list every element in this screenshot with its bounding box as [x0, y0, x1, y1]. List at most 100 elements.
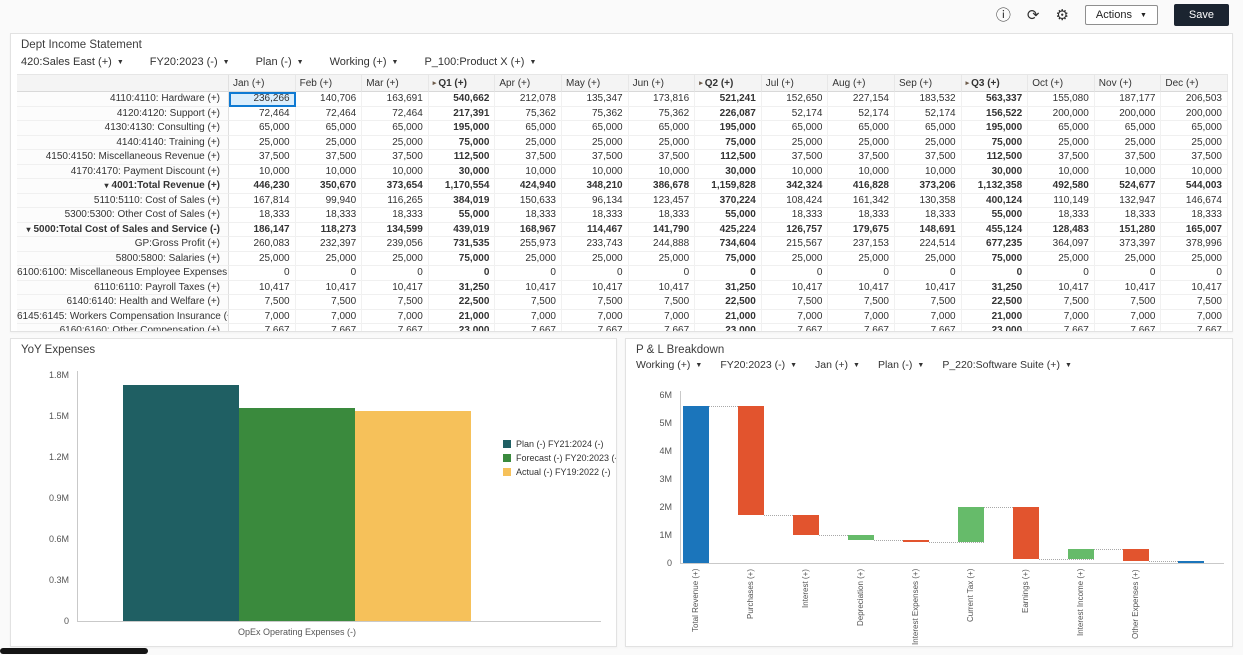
grid-cell[interactable]: 7,000: [495, 310, 562, 325]
grid-cell[interactable]: 7,500: [1161, 295, 1228, 310]
grid-cell[interactable]: 212,078: [495, 92, 562, 107]
grid-cell[interactable]: 183,532: [895, 92, 962, 107]
grid-cell[interactable]: 7,500: [562, 295, 629, 310]
column-header[interactable]: Oct (+): [1028, 75, 1095, 92]
grid-cell[interactable]: 350,670: [296, 179, 363, 194]
grid-cell[interactable]: 424,940: [495, 179, 562, 194]
grid-cell[interactable]: 7,500: [296, 295, 363, 310]
grid-cell[interactable]: 130,358: [895, 194, 962, 209]
grid-cell[interactable]: 23,000: [695, 324, 762, 331]
grid-cell[interactable]: 7,500: [762, 295, 829, 310]
grid-cell[interactable]: 224,514: [895, 237, 962, 252]
grid-cell[interactable]: 18,333: [296, 208, 363, 223]
grid-cell[interactable]: 186,147: [229, 223, 296, 238]
grid-cell[interactable]: 25,000: [629, 136, 696, 151]
grid-cell[interactable]: 0: [1095, 266, 1162, 281]
grid-cell[interactable]: 18,333: [895, 208, 962, 223]
grid-cell[interactable]: 10,417: [629, 281, 696, 296]
grid-cell[interactable]: 65,000: [229, 121, 296, 136]
grid-cell[interactable]: 30,000: [695, 165, 762, 180]
grid-cell[interactable]: 455,124: [962, 223, 1029, 238]
grid-cell[interactable]: 0: [695, 266, 762, 281]
grid-cell[interactable]: 75,000: [695, 136, 762, 151]
grid-cell[interactable]: 161,342: [828, 194, 895, 209]
grid-cell[interactable]: 364,097: [1028, 237, 1095, 252]
grid-cell[interactable]: 152,650: [762, 92, 829, 107]
grid-cell[interactable]: 7,667: [762, 324, 829, 331]
grid-cell[interactable]: 37,500: [296, 150, 363, 165]
grid-cell[interactable]: 416,828: [828, 179, 895, 194]
column-header[interactable]: Nov (+): [1095, 75, 1162, 92]
pnl-pov-dropdown-2[interactable]: FY20:2023 (-)▼: [720, 359, 797, 371]
grid-cell[interactable]: 195,000: [962, 121, 1029, 136]
grid-cell[interactable]: 37,500: [895, 150, 962, 165]
column-header[interactable]: ▸Q3 (+): [962, 75, 1029, 92]
grid-cell[interactable]: 10,000: [296, 165, 363, 180]
grid-cell[interactable]: 10,417: [1095, 281, 1162, 296]
column-header[interactable]: May (+): [562, 75, 629, 92]
grid-cell[interactable]: 1,132,358: [962, 179, 1029, 194]
grid-cell[interactable]: 7,000: [629, 310, 696, 325]
grid-cell[interactable]: 7,500: [495, 295, 562, 310]
grid-cell[interactable]: 123,457: [629, 194, 696, 209]
grid-cell[interactable]: 255,973: [495, 237, 562, 252]
grid-cell[interactable]: 150,633: [495, 194, 562, 209]
grid-cell[interactable]: 0: [828, 266, 895, 281]
grid-cell[interactable]: 544,003: [1161, 179, 1228, 194]
grid-cell[interactable]: 195,000: [695, 121, 762, 136]
row-header[interactable]: ▾4001:Total Revenue (+): [17, 179, 229, 194]
grid-cell[interactable]: 135,347: [562, 92, 629, 107]
row-header[interactable]: 5300:5300: Other Cost of Sales (+): [17, 208, 229, 223]
grid-cell[interactable]: 10,000: [362, 165, 429, 180]
grid-cell[interactable]: 10,417: [895, 281, 962, 296]
grid-cell[interactable]: 25,000: [1161, 136, 1228, 151]
grid-pov-dropdown-1[interactable]: 420:Sales East (+)▼: [21, 56, 124, 68]
grid-cell[interactable]: 18,333: [495, 208, 562, 223]
grid-cell[interactable]: 492,580: [1028, 179, 1095, 194]
grid-cell[interactable]: 25,000: [828, 252, 895, 267]
grid-cell[interactable]: 373,654: [362, 179, 429, 194]
grid-cell[interactable]: 55,000: [962, 208, 1029, 223]
grid-cell[interactable]: 10,000: [562, 165, 629, 180]
grid-cell[interactable]: 7,000: [895, 310, 962, 325]
grid-cell[interactable]: 75,362: [629, 107, 696, 122]
grid-cell[interactable]: 25,000: [495, 136, 562, 151]
grid-cell[interactable]: 10,000: [1028, 165, 1095, 180]
grid-cell[interactable]: 348,210: [562, 179, 629, 194]
grid-cell[interactable]: 128,483: [1028, 223, 1095, 238]
grid-cell[interactable]: 65,000: [362, 121, 429, 136]
row-header[interactable]: 5110:5110: Cost of Sales (+): [17, 194, 229, 209]
grid-cell[interactable]: 0: [962, 266, 1029, 281]
grid-cell[interactable]: 10,000: [229, 165, 296, 180]
row-header[interactable]: 4140:4140: Training (+): [17, 136, 229, 151]
grid-cell[interactable]: 7,667: [629, 324, 696, 331]
grid-cell[interactable]: 37,500: [229, 150, 296, 165]
grid-cell[interactable]: 72,464: [229, 107, 296, 122]
grid-cell[interactable]: 10,417: [495, 281, 562, 296]
grid-cell[interactable]: 10,000: [629, 165, 696, 180]
grid-cell[interactable]: 386,678: [629, 179, 696, 194]
grid-cell[interactable]: 187,177: [1095, 92, 1162, 107]
grid-cell[interactable]: 31,250: [695, 281, 762, 296]
grid-cell[interactable]: 25,000: [362, 252, 429, 267]
grid-cell[interactable]: 200,000: [1028, 107, 1095, 122]
grid-cell[interactable]: 7,667: [828, 324, 895, 331]
grid-cell[interactable]: 75,000: [429, 136, 496, 151]
grid-cell[interactable]: 37,500: [362, 150, 429, 165]
row-header[interactable]: GP:Gross Profit (+): [17, 237, 229, 252]
grid-cell[interactable]: 25,000: [296, 136, 363, 151]
grid-cell[interactable]: 37,500: [762, 150, 829, 165]
grid-cell[interactable]: 179,675: [828, 223, 895, 238]
grid-pov-dropdown-3[interactable]: Plan (-)▼: [256, 56, 304, 68]
grid-cell[interactable]: 21,000: [962, 310, 1029, 325]
waterfall-bar-8[interactable]: [1068, 549, 1094, 559]
grid-cell[interactable]: 25,000: [362, 136, 429, 151]
grid-cell[interactable]: 18,333: [1161, 208, 1228, 223]
row-header[interactable]: 6160:6160: Other Compensation (+): [17, 324, 229, 331]
column-header[interactable]: Jan (+): [229, 75, 296, 92]
grid-cell[interactable]: 10,000: [828, 165, 895, 180]
grid-cell[interactable]: 7,500: [629, 295, 696, 310]
grid-cell[interactable]: 126,757: [762, 223, 829, 238]
grid-cell[interactable]: 10,000: [1095, 165, 1162, 180]
grid-cell[interactable]: 114,467: [562, 223, 629, 238]
